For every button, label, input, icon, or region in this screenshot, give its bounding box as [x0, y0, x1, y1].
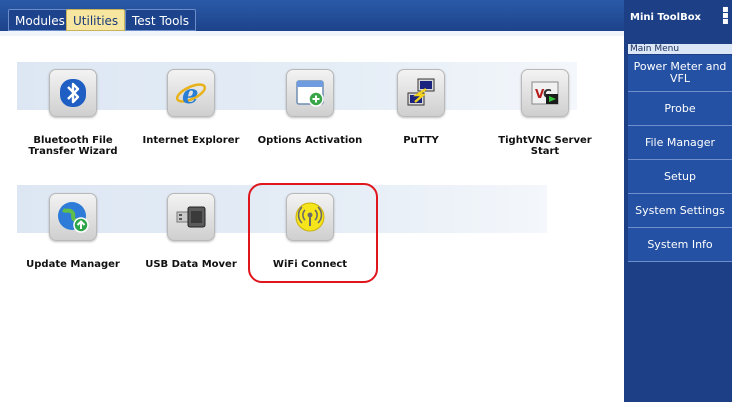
app-label: Update Manager: [26, 259, 120, 270]
svg-text:e: e: [182, 80, 199, 110]
toolbox-grip-icon[interactable]: ▪ ▪ ▪: [722, 5, 730, 27]
wifi-antenna-icon: [286, 193, 334, 241]
toolbox-section-label: Main Menu: [628, 44, 732, 54]
mini-toolbox: Mini ToolBox ▪ ▪ ▪ Main Menu Power Meter a…: [624, 0, 732, 402]
window-plus-icon: [286, 69, 334, 117]
toolbox-item-setup[interactable]: Setup: [628, 160, 732, 194]
bluetooth-icon: [49, 69, 97, 117]
app-options-activation[interactable]: Options Activation: [255, 69, 365, 146]
putty-icon: [397, 69, 445, 117]
app-internet-explorer[interactable]: e Internet Explorer: [136, 69, 246, 146]
usb-drive-icon: [167, 193, 215, 241]
main-panel: Modules Utilities Test Tools Bluetooth F…: [0, 0, 624, 402]
toolbox-item-system-settings[interactable]: System Settings: [628, 194, 732, 228]
toolbox-item-system-info[interactable]: System Info: [628, 228, 732, 262]
app-update-manager[interactable]: Update Manager: [18, 193, 128, 270]
internet-explorer-icon: e: [167, 69, 215, 117]
app-label: TightVNC Server Start: [498, 135, 592, 157]
toolbox-item-probe[interactable]: Probe: [628, 92, 732, 126]
app-tightvnc-server[interactable]: V C TightVNC Server Start: [490, 69, 600, 157]
app-bluetooth-file-transfer[interactable]: Bluetooth File Transfer Wizard: [18, 69, 128, 157]
tab-test-tools[interactable]: Test Tools: [125, 9, 197, 31]
toolbox-item-power-meter[interactable]: Power Meter and VFL: [628, 55, 732, 92]
tab-modules[interactable]: Modules: [8, 9, 72, 31]
app-label: Bluetooth File Transfer Wizard: [28, 135, 118, 157]
app-label: Internet Explorer: [142, 135, 240, 146]
vnc-icon: V C: [521, 69, 569, 117]
tab-utilities[interactable]: Utilities: [66, 9, 126, 31]
toolbox-title: Mini ToolBox: [624, 0, 732, 36]
app-label: USB Data Mover: [145, 259, 237, 270]
app-label: PuTTY: [403, 135, 439, 146]
toolbox-item-file-manager[interactable]: File Manager: [628, 126, 732, 160]
app-usb-data-mover[interactable]: USB Data Mover: [136, 193, 246, 270]
app-label: Options Activation: [257, 135, 363, 146]
tab-strip-divider: [0, 31, 624, 36]
app-label: WiFi Connect: [272, 259, 348, 270]
globe-update-icon: [49, 193, 97, 241]
app-wifi-connect[interactable]: WiFi Connect: [255, 193, 365, 270]
app-putty[interactable]: PuTTY: [366, 69, 476, 146]
